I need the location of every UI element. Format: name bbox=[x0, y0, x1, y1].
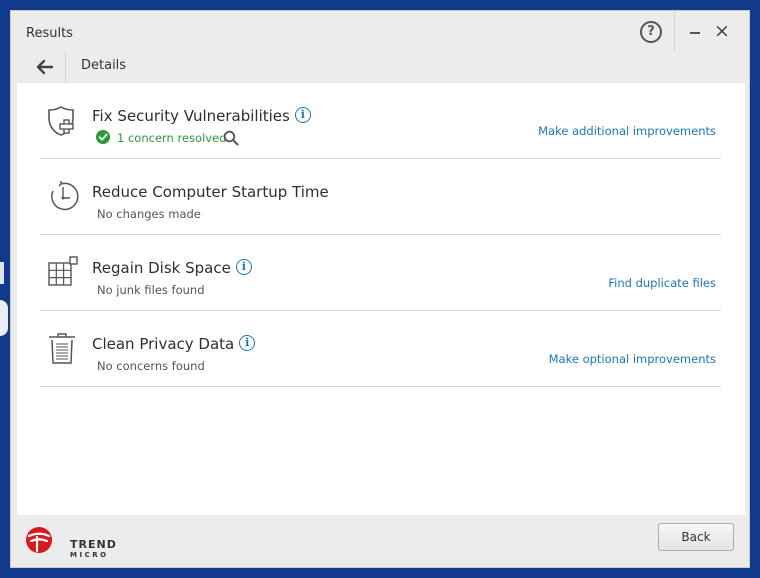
find-duplicate-files-link[interactable]: Find duplicate files bbox=[608, 276, 716, 290]
row-title: Clean Privacy Data i bbox=[92, 335, 256, 353]
info-icon[interactable]: i bbox=[294, 107, 311, 123]
shield-icon bbox=[48, 106, 74, 136]
trend-micro-logo: TREND MICRO bbox=[25, 526, 116, 559]
title-bar-divider bbox=[674, 11, 675, 51]
window-title: Results bbox=[26, 26, 73, 41]
info-icon[interactable]: i bbox=[235, 259, 252, 275]
row-title: Regain Disk Space i bbox=[92, 259, 252, 277]
back-arrow-icon[interactable] bbox=[33, 56, 55, 78]
result-row-security: Fix Security Vulnerabilities i 1 concern … bbox=[40, 83, 721, 159]
row-title: Fix Security Vulnerabilities i bbox=[92, 107, 311, 125]
check-circle-icon bbox=[96, 130, 110, 144]
results-list: Fix Security Vulnerabilities i 1 concern … bbox=[17, 83, 745, 515]
trash-icon bbox=[49, 333, 75, 364]
result-row-startup: Reduce Computer Startup Time No changes … bbox=[40, 159, 721, 235]
result-row-privacy: Clean Privacy Data i No concerns found Ma… bbox=[40, 311, 721, 387]
trend-micro-logo-icon bbox=[26, 527, 52, 553]
make-additional-improvements-link[interactable]: Make additional improvements bbox=[538, 124, 716, 138]
row-title-text: Clean Privacy Data bbox=[92, 335, 235, 353]
footer: TREND MICRO Back bbox=[11, 515, 749, 567]
clock-icon bbox=[51, 181, 79, 211]
page-title: Details bbox=[81, 58, 127, 73]
magnifier-icon[interactable] bbox=[223, 130, 239, 146]
row-title-text: Regain Disk Space bbox=[92, 259, 231, 277]
minimize-icon[interactable] bbox=[687, 29, 703, 45]
make-optional-improvements-link[interactable]: Make optional improvements bbox=[549, 352, 716, 366]
logo-text-line1: TREND bbox=[70, 538, 117, 551]
logo-text-line2: MICRO bbox=[70, 551, 109, 559]
nav-bar: Details bbox=[11, 51, 749, 83]
row-status: No concerns found bbox=[97, 359, 205, 373]
title-bar: Results ? × bbox=[11, 11, 749, 51]
desktop-background-shape bbox=[0, 300, 8, 336]
row-status: 1 concern resolved bbox=[96, 130, 239, 146]
row-status: No changes made bbox=[97, 207, 201, 221]
row-title: Reduce Computer Startup Time bbox=[92, 183, 329, 201]
results-window: Results ? × Details Fix Security Vulnera… bbox=[10, 10, 750, 568]
row-title-text: Fix Security Vulnerabilities bbox=[92, 107, 290, 125]
nav-divider bbox=[65, 51, 66, 83]
disk-grid-icon bbox=[48, 256, 78, 286]
desktop-background-mark bbox=[0, 262, 4, 284]
row-status: No junk files found bbox=[97, 283, 205, 297]
back-button[interactable]: Back bbox=[658, 523, 734, 551]
close-icon[interactable]: × bbox=[714, 21, 730, 41]
result-row-disk: Regain Disk Space i No junk files found F… bbox=[40, 235, 721, 311]
help-icon[interactable]: ? bbox=[640, 21, 662, 43]
row-status-text: 1 concern resolved bbox=[117, 131, 227, 145]
info-icon[interactable]: i bbox=[239, 335, 256, 351]
